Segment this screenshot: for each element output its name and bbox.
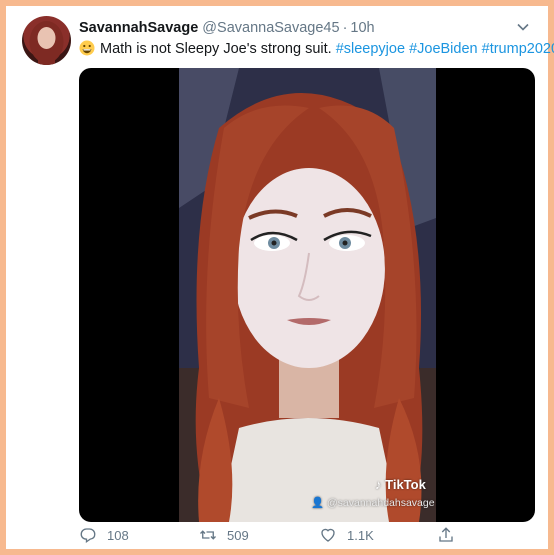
tiktok-note-icon: ♪	[375, 477, 382, 492]
tweet-card[interactable]: SavannahSavage @SavannaSavage45 · 10h Math …	[6, 6, 554, 549]
tiktok-brand: TikTok	[385, 477, 426, 492]
video-still-image	[179, 68, 436, 522]
timestamp[interactable]: 10h	[350, 20, 374, 36]
user-handle[interactable]: @SavannaSavage45	[202, 20, 339, 36]
share-icon	[439, 527, 453, 542]
hashtag-link[interactable]: #trump2020	[482, 41, 554, 57]
display-name[interactable]: SavannahSavage	[79, 20, 198, 36]
tweet-header: SavannahSavage @SavannaSavage45 · 10h	[79, 18, 375, 38]
tiktok-watermark: ♪ TikTok	[375, 477, 426, 493]
reply-icon	[80, 528, 96, 544]
retweet-button[interactable]: 509	[199, 524, 249, 546]
retweet-count: 509	[227, 527, 249, 543]
hashtag-link[interactable]: #sleepyjoe	[336, 41, 405, 57]
video-player[interactable]: ♪ TikTok 👤 @savannahdahsavage	[79, 68, 535, 522]
hashtag-link[interactable]: #JoeBiden	[409, 41, 478, 57]
share-button[interactable]	[437, 524, 465, 546]
retweet-icon	[200, 530, 216, 540]
chevron-down-icon[interactable]	[516, 20, 530, 34]
like-count: 1.1K	[347, 527, 374, 543]
tiktok-handle-watermark: 👤 @savannahdahsavage	[311, 496, 435, 510]
reply-button[interactable]: 108	[79, 524, 129, 546]
tweet-text: Math is not Sleepy Joe's strong suit. #s…	[79, 39, 554, 59]
video-frame	[179, 68, 436, 522]
tiktok-handle-text: @savannahdahsavage	[327, 497, 435, 509]
like-button[interactable]: 1.1K	[319, 524, 374, 546]
grinning-face-emoji-icon	[79, 40, 95, 56]
separator-dot: ·	[342, 20, 348, 36]
tweet-body-text: Math is not Sleepy Joe's strong suit.	[100, 41, 332, 57]
reply-count: 108	[107, 527, 129, 543]
tweet-actions: 108 509 1.1K	[79, 524, 535, 546]
avatar[interactable]	[22, 16, 71, 65]
user-icon: 👤	[311, 497, 325, 509]
heart-icon	[321, 528, 335, 542]
